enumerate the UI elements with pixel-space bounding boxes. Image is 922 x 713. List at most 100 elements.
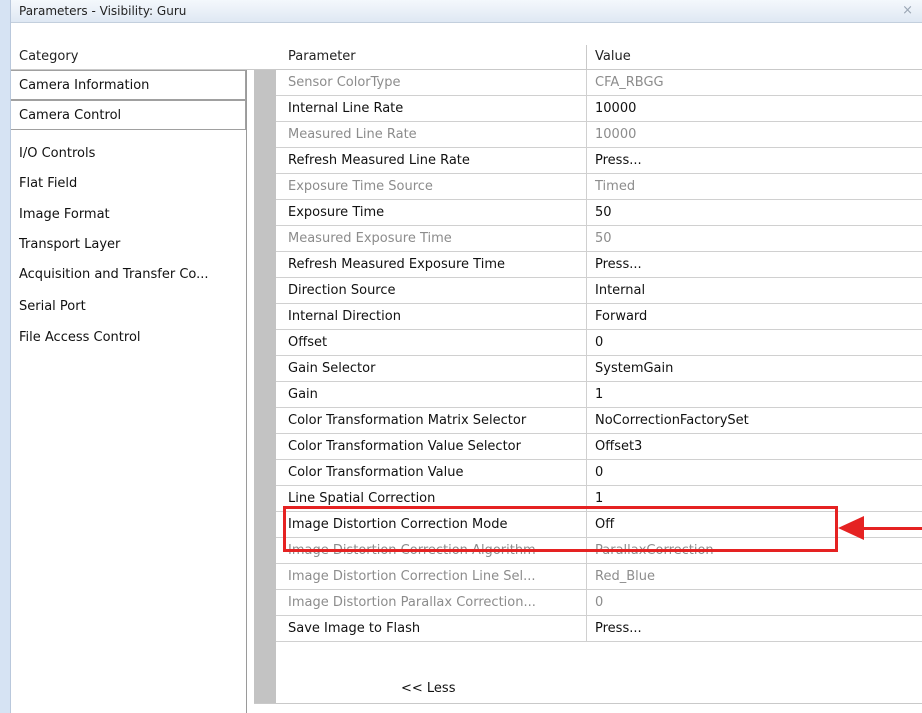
- parameter-name: Gain Selector: [288, 361, 376, 376]
- column-divider: [586, 356, 587, 381]
- less-button[interactable]: << Less: [276, 676, 922, 702]
- parameter-name: Image Distortion Correction Line Sel...: [288, 569, 536, 584]
- category-item[interactable]: Image Format: [11, 200, 246, 230]
- parameter-name: Internal Line Rate: [288, 101, 404, 116]
- parameter-header[interactable]: Parameter: [288, 45, 356, 69]
- column-divider: [586, 252, 587, 277]
- parameter-value[interactable]: 1: [595, 382, 603, 407]
- column-divider: [586, 564, 587, 589]
- annotation-arrow-icon: [838, 516, 864, 540]
- parameter-row[interactable]: Line Spatial Correction 1: [276, 486, 922, 512]
- header-divider[interactable]: [586, 45, 587, 69]
- parameter-row[interactable]: Direction Source Internal: [276, 278, 922, 304]
- annotation-arrow-shaft: [861, 527, 922, 530]
- column-divider: [586, 174, 587, 199]
- column-divider: [586, 278, 587, 303]
- category-item[interactable]: Transport Layer: [11, 230, 246, 260]
- parameter-row[interactable]: Refresh Measured Line Rate Press...: [276, 148, 922, 174]
- parameter-name: Refresh Measured Exposure Time: [288, 257, 505, 272]
- category-item[interactable]: Camera Control: [11, 100, 246, 130]
- parameter-row[interactable]: Exposure Time Source Timed: [276, 174, 922, 200]
- category-panel-divider: [246, 70, 247, 713]
- parameter-row[interactable]: Color Transformation Matrix Selector NoCo…: [276, 408, 922, 434]
- parameter-value[interactable]: Press...: [595, 616, 642, 641]
- parameter-value[interactable]: Press...: [595, 148, 642, 173]
- category-item[interactable]: Camera Information: [11, 70, 246, 100]
- less-button-label: << Less: [401, 681, 456, 696]
- category-item[interactable]: Flat Field: [11, 169, 246, 199]
- parameter-name: Measured Exposure Time: [288, 231, 452, 246]
- parameter-row[interactable]: Image Distortion Correction Algorithm Par…: [276, 538, 922, 564]
- parameter-value[interactable]: Offset3: [595, 434, 642, 459]
- parameter-value[interactable]: Forward: [595, 304, 647, 329]
- category-header: Category: [19, 45, 79, 69]
- parameter-value[interactable]: NoCorrectionFactorySet: [595, 408, 749, 433]
- parameter-name: Refresh Measured Line Rate: [288, 153, 470, 168]
- parameter-name: Internal Direction: [288, 309, 401, 324]
- parameter-row[interactable]: Gain 1: [276, 382, 922, 408]
- column-divider: [586, 70, 587, 95]
- parameter-name: Color Transformation Matrix Selector: [288, 413, 527, 428]
- value-header[interactable]: Value: [595, 45, 631, 69]
- parameter-row[interactable]: Image Distortion Correction Line Sel... R…: [276, 564, 922, 590]
- column-divider: [586, 616, 587, 641]
- parameter-value: 0: [595, 595, 604, 610]
- column-divider: [586, 434, 587, 459]
- window-title: Parameters - Visibility: Guru: [19, 4, 187, 18]
- parameter-name: Measured Line Rate: [288, 127, 417, 142]
- parameter-value[interactable]: 50: [595, 200, 612, 225]
- parameter-row[interactable]: Image Distortion Correction Mode Off: [276, 512, 922, 538]
- parameter-value[interactable]: 0: [595, 330, 603, 355]
- parameter-row[interactable]: Internal Line Rate 10000: [276, 96, 922, 122]
- parameter-row[interactable]: Save Image to Flash Press...: [276, 616, 922, 642]
- parameter-value[interactable]: 1: [595, 486, 603, 511]
- parameter-row[interactable]: Image Distortion Parallax Correction... 0: [276, 590, 922, 616]
- parameter-name: Image Distortion Correction Algorithm: [288, 543, 536, 558]
- window-titlebar[interactable]: Parameters - Visibility: Guru ×: [11, 0, 922, 23]
- category-item[interactable]: I/O Controls: [11, 139, 246, 169]
- parameter-name: Image Distortion Parallax Correction...: [288, 595, 536, 610]
- column-divider: [586, 512, 587, 537]
- parameter-row[interactable]: Sensor ColorType CFA_RBGG: [276, 70, 922, 96]
- category-item[interactable]: Serial Port: [11, 292, 246, 322]
- column-divider: [586, 122, 587, 147]
- column-divider: [586, 408, 587, 433]
- parameter-name: Exposure Time: [288, 205, 385, 220]
- category-item[interactable]: Acquisition and Transfer Co...: [11, 260, 246, 290]
- parameter-value[interactable]: SystemGain: [595, 356, 673, 381]
- parameter-value[interactable]: 10000: [595, 96, 636, 121]
- category-item[interactable]: File Access Control: [11, 323, 246, 353]
- parameter-row[interactable]: Internal Direction Forward: [276, 304, 922, 330]
- column-divider: [586, 200, 587, 225]
- parameter-row[interactable]: Color Transformation Value Selector Offse…: [276, 434, 922, 460]
- parameter-name: Color Transformation Value Selector: [288, 439, 521, 454]
- parameter-name: Color Transformation Value: [288, 465, 464, 480]
- parameter-name: Line Spatial Correction: [288, 491, 436, 506]
- parameter-row[interactable]: Offset 0: [276, 330, 922, 356]
- parameter-name: Save Image to Flash: [288, 621, 421, 636]
- parameters-window: Parameters - Visibility: Guru × Category…: [10, 0, 922, 713]
- grid-row-gutter: [254, 70, 276, 703]
- parameter-name: Offset: [288, 335, 328, 350]
- close-icon[interactable]: ×: [902, 0, 913, 22]
- parameter-row[interactable]: Measured Line Rate 10000: [276, 122, 922, 148]
- parameter-row[interactable]: Exposure Time 50: [276, 200, 922, 226]
- column-divider: [586, 538, 587, 563]
- grid-bottom-border: [254, 703, 922, 704]
- parameter-row[interactable]: Measured Exposure Time 50: [276, 226, 922, 252]
- parameter-row[interactable]: Refresh Measured Exposure Time Press...: [276, 252, 922, 278]
- parameter-row[interactable]: Color Transformation Value 0: [276, 460, 922, 486]
- column-divider: [586, 96, 587, 121]
- parameter-value[interactable]: Press...: [595, 252, 642, 277]
- parameter-value: 10000: [595, 127, 637, 142]
- parameter-value[interactable]: Off: [595, 512, 614, 537]
- column-divider: [586, 486, 587, 511]
- column-divider: [586, 304, 587, 329]
- parameter-row[interactable]: Gain Selector SystemGain: [276, 356, 922, 382]
- parameter-name: Exposure Time Source: [288, 179, 433, 194]
- parameter-value: ParallaxCorrection: [595, 543, 714, 558]
- parameter-name: Direction Source: [288, 283, 396, 298]
- parameter-value[interactable]: 0: [595, 460, 603, 485]
- parameter-value: Timed: [595, 179, 636, 194]
- parameter-value[interactable]: Internal: [595, 278, 645, 303]
